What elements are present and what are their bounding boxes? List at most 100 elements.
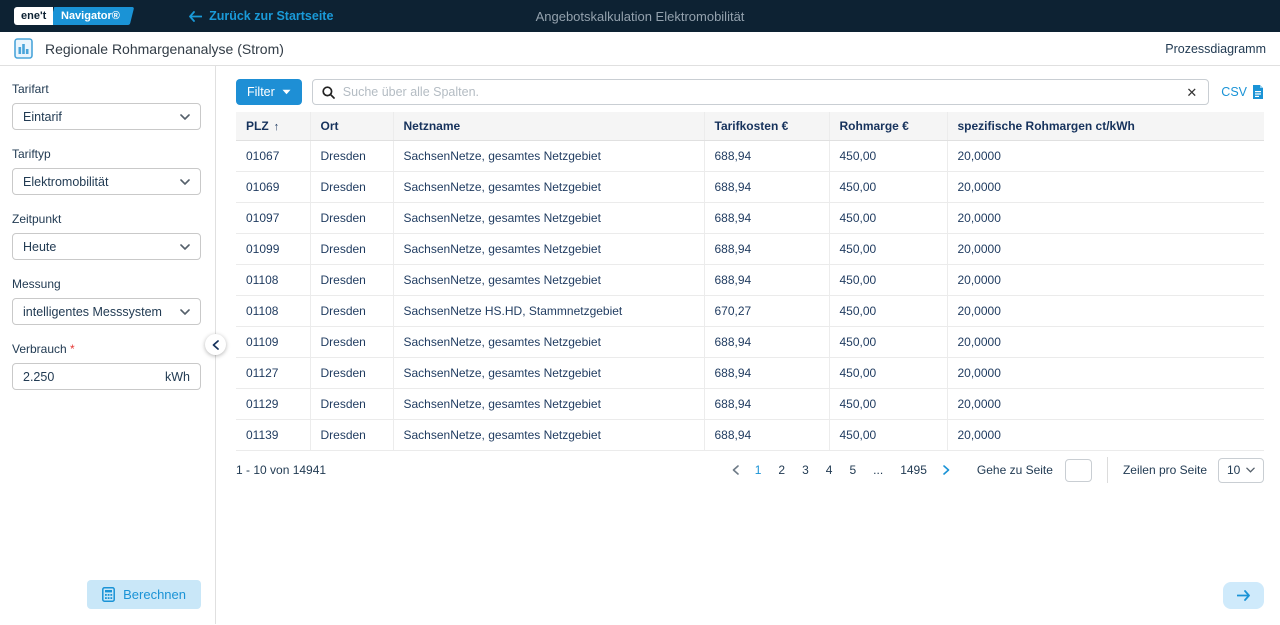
table-cell: 450,00 — [829, 389, 947, 420]
table-row[interactable]: 01109DresdenSachsenNetze, gesamtes Netzg… — [236, 327, 1264, 358]
table-cell: 450,00 — [829, 296, 947, 327]
zeitpunkt-label: Zeitpunkt — [12, 212, 201, 226]
table-cell: 20,0000 — [947, 265, 1264, 296]
sidebar-collapse-button[interactable] — [205, 334, 226, 355]
csv-file-icon — [1252, 85, 1264, 99]
results-table: PLZ↑OrtNetzname Tarifkosten € Rohmarge € sp… — [236, 112, 1264, 451]
table-row[interactable]: 01069DresdenSachsenNetze, gesamtes Netzg… — [236, 172, 1264, 203]
table-header-row: PLZ↑OrtNetzname Tarifkosten € Rohmarge € sp… — [236, 112, 1264, 141]
table-cell: 01129 — [236, 389, 310, 420]
back-to-start-link[interactable]: Zurück zur Startseite — [188, 9, 333, 23]
pagination: 12345...1495 — [729, 463, 953, 477]
rows-per-page-select[interactable]: 10 — [1218, 458, 1264, 483]
table-cell: 20,0000 — [947, 234, 1264, 265]
table-cell: Dresden — [310, 296, 393, 327]
zeitpunkt-select[interactable]: Heute — [12, 233, 201, 260]
page-number-5[interactable]: 5 — [845, 463, 860, 477]
table-cell: 688,94 — [704, 172, 829, 203]
clear-search-button[interactable]: ✕ — [1184, 86, 1199, 99]
table-row[interactable]: 01097DresdenSachsenNetze, gesamtes Netzg… — [236, 203, 1264, 234]
table-cell: 20,0000 — [947, 296, 1264, 327]
select-value: intelligentes Messsystem — [23, 305, 180, 319]
rows-per-page-value: 10 — [1227, 463, 1240, 477]
calculator-icon — [102, 587, 115, 602]
csv-link-label: CSV — [1221, 85, 1247, 99]
goto-page-input[interactable] — [1065, 459, 1092, 482]
forward-button[interactable] — [1223, 582, 1264, 609]
chevron-left-icon — [732, 465, 739, 475]
table-cell: SachsenNetze, gesamtes Netzgebiet — [393, 172, 704, 203]
tariftyp-label: Tariftyp — [12, 147, 201, 161]
back-link-label: Zurück zur Startseite — [209, 9, 333, 23]
goto-page-label: Gehe zu Seite — [977, 463, 1053, 477]
column-header-rohmarge[interactable]: Rohmarge € — [829, 112, 947, 141]
tariftyp-select[interactable]: Elektromobilität — [12, 168, 201, 195]
table-cell: 450,00 — [829, 172, 947, 203]
tarifart-select[interactable]: Eintarif — [12, 103, 201, 130]
prozessdiagramm-link[interactable]: Prozessdiagramm — [1165, 42, 1266, 56]
column-header-netzname[interactable]: Netzname — [393, 112, 704, 141]
messung-label: Messung — [12, 277, 201, 291]
column-label: spezifische Rohmargen ct/kWh — [958, 119, 1135, 133]
table-cell: 688,94 — [704, 265, 829, 296]
table-toolbar: Filter ✕ CSV — [236, 79, 1264, 105]
page-number-4[interactable]: 4 — [822, 463, 837, 477]
berechnen-button[interactable]: Berechnen — [87, 580, 201, 609]
filter-sidebar: Tarifart Eintarif Tariftyp Elektromobilität… — [0, 66, 216, 624]
page-number-1495[interactable]: 1495 — [896, 463, 931, 477]
page-number-3[interactable]: 3 — [798, 463, 813, 477]
table-cell: Dresden — [310, 327, 393, 358]
table-cell: 01069 — [236, 172, 310, 203]
table-cell: 01108 — [236, 265, 310, 296]
filter-button[interactable]: Filter — [236, 79, 302, 105]
table-cell: Dresden — [310, 141, 393, 172]
table-row[interactable]: 01129DresdenSachsenNetze, gesamtes Netzg… — [236, 389, 1264, 420]
navigator-badge: Navigator® — [50, 7, 134, 25]
table-cell: 688,94 — [704, 141, 829, 172]
table-cell: SachsenNetze HS.HD, Stammnetzgebiet — [393, 296, 704, 327]
table-cell: SachsenNetze, gesamtes Netzgebiet — [393, 389, 704, 420]
table-cell: 01139 — [236, 420, 310, 451]
chevron-down-icon — [1246, 467, 1255, 473]
navigator-badge-label: Navigator® — [61, 10, 120, 22]
brand-logo[interactable]: ene't Navigator® — [14, 7, 132, 25]
table-cell: 01109 — [236, 327, 310, 358]
report-icon — [14, 38, 33, 59]
column-label: Tarifkosten € — [715, 119, 789, 133]
filter-button-label: Filter — [247, 85, 275, 99]
chevron-left-icon — [212, 340, 219, 350]
table-cell: 01127 — [236, 358, 310, 389]
column-header-tarifkosten[interactable]: Tarifkosten € — [704, 112, 829, 141]
page-number-1[interactable]: 1 — [751, 463, 766, 477]
page-number-2[interactable]: 2 — [774, 463, 789, 477]
table-row[interactable]: 01139DresdenSachsenNetze, gesamtes Netzg… — [236, 420, 1264, 451]
table-row[interactable]: 01108DresdenSachsenNetze HS.HD, Stammnet… — [236, 296, 1264, 327]
table-cell: SachsenNetze, gesamtes Netzgebiet — [393, 265, 704, 296]
select-value: Elektromobilität — [23, 175, 180, 189]
unit-suffix: kWh — [165, 370, 190, 384]
table-cell: 450,00 — [829, 358, 947, 389]
table-row[interactable]: 01127DresdenSachsenNetze, gesamtes Netzg… — [236, 358, 1264, 389]
verbrauch-input[interactable] — [23, 370, 165, 384]
column-header-spezifische-rohmargen-ct-kwh[interactable]: spezifische Rohmargen ct/kWh — [947, 112, 1264, 141]
table-cell: 01099 — [236, 234, 310, 265]
next-page-button[interactable] — [940, 465, 953, 475]
verbrauch-label: Verbrauch * — [12, 342, 201, 356]
berechnen-button-label: Berechnen — [123, 587, 186, 602]
table-row[interactable]: 01099DresdenSachsenNetze, gesamtes Netzg… — [236, 234, 1264, 265]
column-header-plz[interactable]: PLZ↑ — [236, 112, 310, 141]
column-label: PLZ — [246, 119, 269, 133]
prev-page-button[interactable] — [729, 465, 742, 475]
verbrauch-input-wrapper: kWh — [12, 363, 201, 390]
column-header-ort[interactable]: Ort — [310, 112, 393, 141]
select-value: Heute — [23, 240, 180, 254]
search-input[interactable] — [343, 85, 1185, 99]
table-row[interactable]: 01067DresdenSachsenNetze, gesamtes Netzg… — [236, 141, 1264, 172]
table-cell: 450,00 — [829, 234, 947, 265]
csv-export-link[interactable]: CSV — [1221, 85, 1264, 99]
messung-select[interactable]: intelligentes Messsystem — [12, 298, 201, 325]
table-cell: 450,00 — [829, 420, 947, 451]
table-cell: 20,0000 — [947, 327, 1264, 358]
tarifart-label: Tarifart — [12, 82, 201, 96]
table-row[interactable]: 01108DresdenSachsenNetze, gesamtes Netzg… — [236, 265, 1264, 296]
